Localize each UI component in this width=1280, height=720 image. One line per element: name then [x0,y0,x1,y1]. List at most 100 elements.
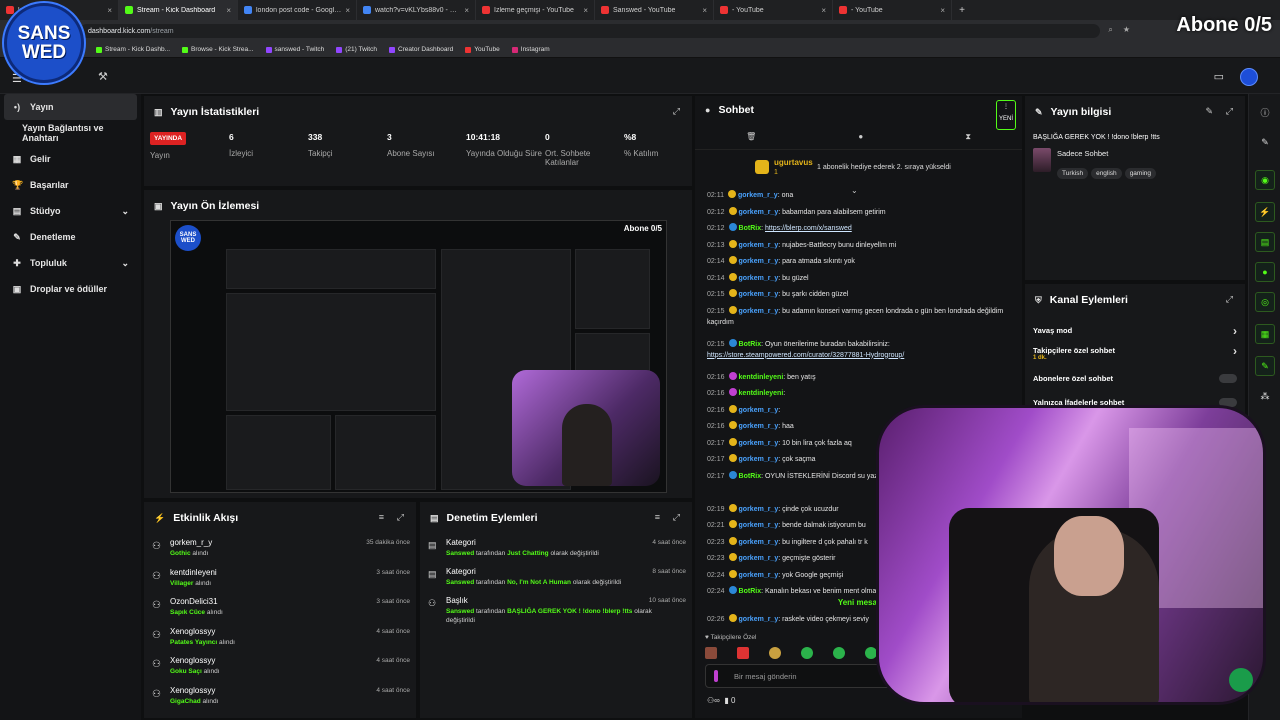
tag-chip[interactable]: gaming [1124,168,1157,179]
chat-username[interactable]: gorkem_r_y [739,506,779,513]
chat-username[interactable]: kentdinleyeni [739,390,784,397]
channel-action-item[interactable]: Abonelere özel sohbet [1033,374,1237,394]
sidebar-item[interactable]: Yayın Bağlantısı ve Anahtarı [0,120,141,146]
activity-item[interactable]: ⚇ Xenoglossyy Patates Yayıncı alındı 4 saat… [152,627,410,656]
chat-link[interactable]: https://store.steampowered.com/curator/3… [707,352,904,359]
browser-tab[interactable]: Stream - Kick Dashboard × [119,0,238,20]
chat-username[interactable]: gorkem_r_y [738,192,778,199]
chat-menu-button[interactable]: ⋮ YENİ [996,100,1016,130]
chevron-right-icon[interactable]: › [1233,324,1237,338]
nodes-icon[interactable]: ⁂ [1255,386,1275,406]
chat-username[interactable]: gorkem_r_y [739,522,779,529]
stream-preview-video[interactable]: SANS WED Abone 0/5 [170,220,667,493]
chat-username[interactable]: kentdinleyeni [739,374,784,381]
fullscreen-icon[interactable]: ▭ [1214,70,1224,83]
sidebar-item[interactable]: 🏆 Başarılar [0,172,141,198]
new-tab-icon[interactable]: + [952,5,972,16]
hammer-icon[interactable]: ⚒ [98,70,108,83]
popout-icon[interactable]: ⤢ [1226,106,1233,117]
emote-icon[interactable] [801,647,813,659]
bookmark[interactable]: (21) Twitch [336,46,377,53]
channel-action-item[interactable]: Takipçilere özel sohbet 1 dk. › [1033,344,1237,366]
activity-item[interactable]: ⚇ Xenoglossyy GigaChad alındı 4 saat önce [152,686,410,715]
bookmark[interactable]: sanswed - Twitch [265,46,324,53]
chat-username[interactable]: gorkem_r_y [739,258,779,265]
star-icon[interactable]: ★ [1123,25,1130,35]
activity-item[interactable]: ⚇ kentdinleyeni Villager alındı 3 saat önce [152,568,410,597]
close-icon[interactable]: × [583,6,588,15]
chat-bubble-icon[interactable]: ● [858,132,863,149]
chat-username[interactable]: gorkem_r_y [739,209,779,216]
chat-username[interactable]: BotRix [739,225,762,232]
pin-icon[interactable]: ▮ [724,696,728,705]
chat-username[interactable]: gorkem_r_y [739,308,779,315]
sidebar-item[interactable]: ✎ Denetleme [0,224,141,250]
bolt-icon[interactable]: ⚡ [1255,202,1275,222]
channel-action-item[interactable]: Yavaş mod › [1033,324,1237,346]
url-field[interactable]: dashboard.kick.com /stream [80,24,1100,38]
close-icon[interactable]: × [940,6,945,15]
close-icon[interactable]: × [821,6,826,15]
close-icon[interactable]: × [107,6,112,15]
broadcast-icon[interactable]: ◎ [1255,292,1275,312]
chevron-down-icon[interactable]: ⌄ [121,258,129,269]
bookmark[interactable]: Instagram [511,46,550,53]
chat-link[interactable]: https://blerp.com/x/sanswed [765,225,852,232]
browser-tab[interactable]: - YouTube × [714,0,833,20]
chat-username[interactable]: BotRix [739,588,762,595]
bookmark[interactable]: Browse - Kick Strea... [182,46,254,53]
pencil-icon[interactable]: ✎ [1255,132,1275,152]
activity-item[interactable]: ⚇ OzonDelici31 Sapık Cüce alındı 3 saat önc… [152,597,410,626]
tag-chip[interactable]: Turkish [1057,168,1089,179]
sidebar-item[interactable]: ✚ Topluluk ⌄ [0,250,141,276]
popout-icon[interactable]: ⤢ [673,512,680,523]
chat-username[interactable]: gorkem_r_y [739,242,779,249]
zoom-icon[interactable]: ⌕ [1108,25,1112,35]
browser-tab[interactable]: watch?v=vKLYbs88v0 - Google × [357,0,476,20]
chat-username[interactable]: gorkem_r_y [739,572,779,579]
chat-username[interactable]: gorkem_r_y [739,440,779,447]
emote-icon[interactable] [769,647,781,659]
bookmark[interactable]: Creator Dashboard [388,46,453,53]
activity-item[interactable]: ⚇ Xenoglossyy Goku Saçı alındı 4 saat önce [152,656,410,685]
username[interactable]: gorkem_r_y [739,616,779,623]
bookmark[interactable]: YouTube [465,46,500,53]
filter-icon[interactable]: ≡ [379,512,384,522]
bookmark[interactable]: Stream - Kick Dashb... [96,46,170,53]
close-icon[interactable]: × [226,6,231,15]
edit-icon[interactable]: ✎ [1205,106,1213,117]
chat-username[interactable]: gorkem_r_y [739,275,779,282]
browser-tab[interactable]: Sanswed - YouTube × [595,0,714,20]
browser-tab[interactable]: london post code - Google'da × [238,0,357,20]
close-icon[interactable]: × [464,6,469,15]
users-icon[interactable]: ⚇∞ [707,696,720,705]
emote-icon[interactable] [737,647,749,659]
browser-tab[interactable]: - YouTube × [833,0,952,20]
sidebar-item[interactable]: •) Yayın [4,94,137,120]
avatar[interactable] [1240,68,1258,86]
chevron-right-icon[interactable]: › [1233,344,1237,358]
sidebar-item[interactable]: ▦ Gelir [0,146,141,172]
wrench-icon[interactable]: ✎ [1255,356,1275,376]
chat-username[interactable]: gorkem_r_y [739,555,779,562]
chat-username[interactable]: gorkem_r_y [739,456,779,463]
calendar-icon[interactable]: ▦ [1255,324,1275,344]
chat-username[interactable]: gorkem_r_y [739,423,779,430]
chat-username[interactable]: BotRix [739,341,762,348]
toggle-switch[interactable] [1219,374,1237,383]
camera-icon[interactable]: ◉ [1255,170,1275,190]
activity-item[interactable]: ⚇ gorkem_r_y Gothic alındı 35 dakika önce [152,538,410,567]
popout-icon[interactable]: ⤢ [1226,294,1233,305]
popout-icon[interactable]: ⤢ [673,106,680,117]
chat-icon[interactable]: ● [1255,262,1275,282]
chat-username[interactable]: gorkem_r_y [739,407,779,414]
chat-username[interactable]: gorkem_r_y [739,539,779,546]
emote-icon[interactable] [705,647,717,659]
chevron-down-icon[interactable]: ⌄ [121,206,129,217]
info-icon[interactable]: ⓘ [1255,102,1275,122]
sidebar-item[interactable]: ▣ Droplar ve ödüller [0,276,141,302]
close-icon[interactable]: × [702,6,707,15]
chat-username[interactable]: BotRix [739,473,762,480]
browser-tab[interactable]: İzleme geçmişi - YouTube × [476,0,595,20]
emote-icon[interactable] [833,647,845,659]
